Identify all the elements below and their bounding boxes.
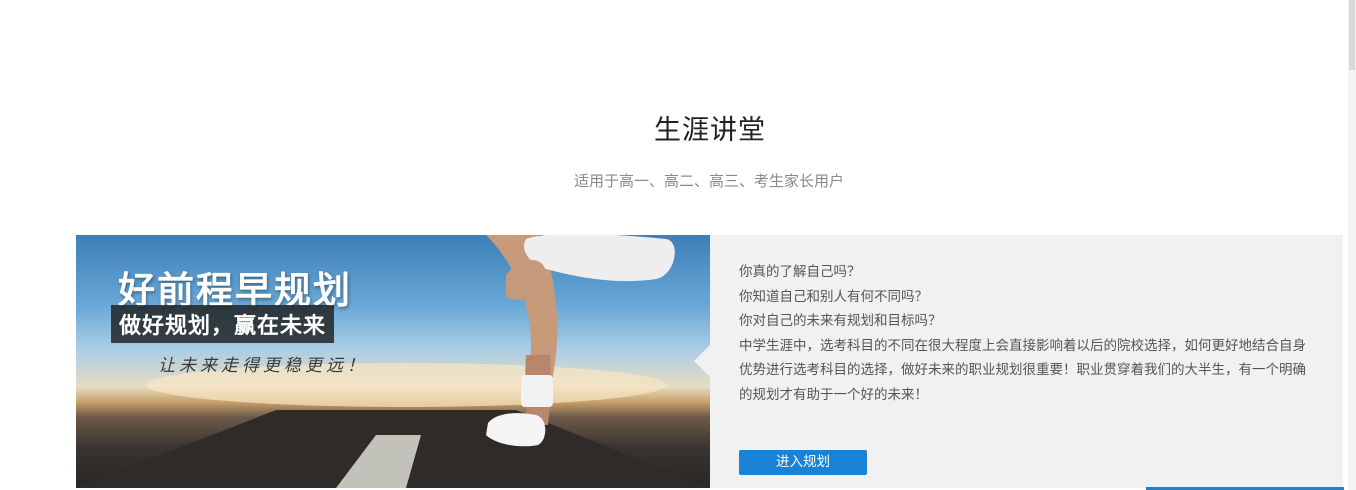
- page-scrollbar[interactable]: [1348, 0, 1356, 490]
- section-title: 生涯讲堂: [654, 115, 766, 146]
- banner-image: 好前程早规划 做好规划，赢在未来 让未来走得更稳更远！: [76, 235, 710, 488]
- question-1: 你真的了解自己吗？: [739, 264, 861, 280]
- card-content: 你真的了解自己吗？ 你知道自己和别人有何不同吗？ 你对自己的未来有规划和目标吗？…: [739, 260, 1319, 407]
- career-lecture-card: 好前程早规划 做好规划，赢在未来 让未来走得更稳更远！ 你真的了解自己吗？ 你知…: [76, 235, 1343, 488]
- enter-planning-button[interactable]: 进入规划: [739, 450, 867, 475]
- question-3: 你对自己的未来有规划和目标吗？: [739, 313, 942, 329]
- card-pointer-arrow: [694, 345, 710, 377]
- description-paragraph: 中学生涯中，选考科目的不同在很大程度上会直接影响着以后的院校选择，如何更好地结合…: [739, 337, 1306, 403]
- scrollbar-thumb[interactable]: [1349, 0, 1355, 70]
- question-2: 你知道自己和别人有何不同吗？: [739, 288, 928, 305]
- banner-slogan: 做好规划，赢在未来: [111, 305, 335, 343]
- section-subtitle: 适用于高一、高二、高三、考生家长用户: [573, 172, 844, 190]
- banner-tagline: 让未来走得更稳更远！: [158, 356, 368, 376]
